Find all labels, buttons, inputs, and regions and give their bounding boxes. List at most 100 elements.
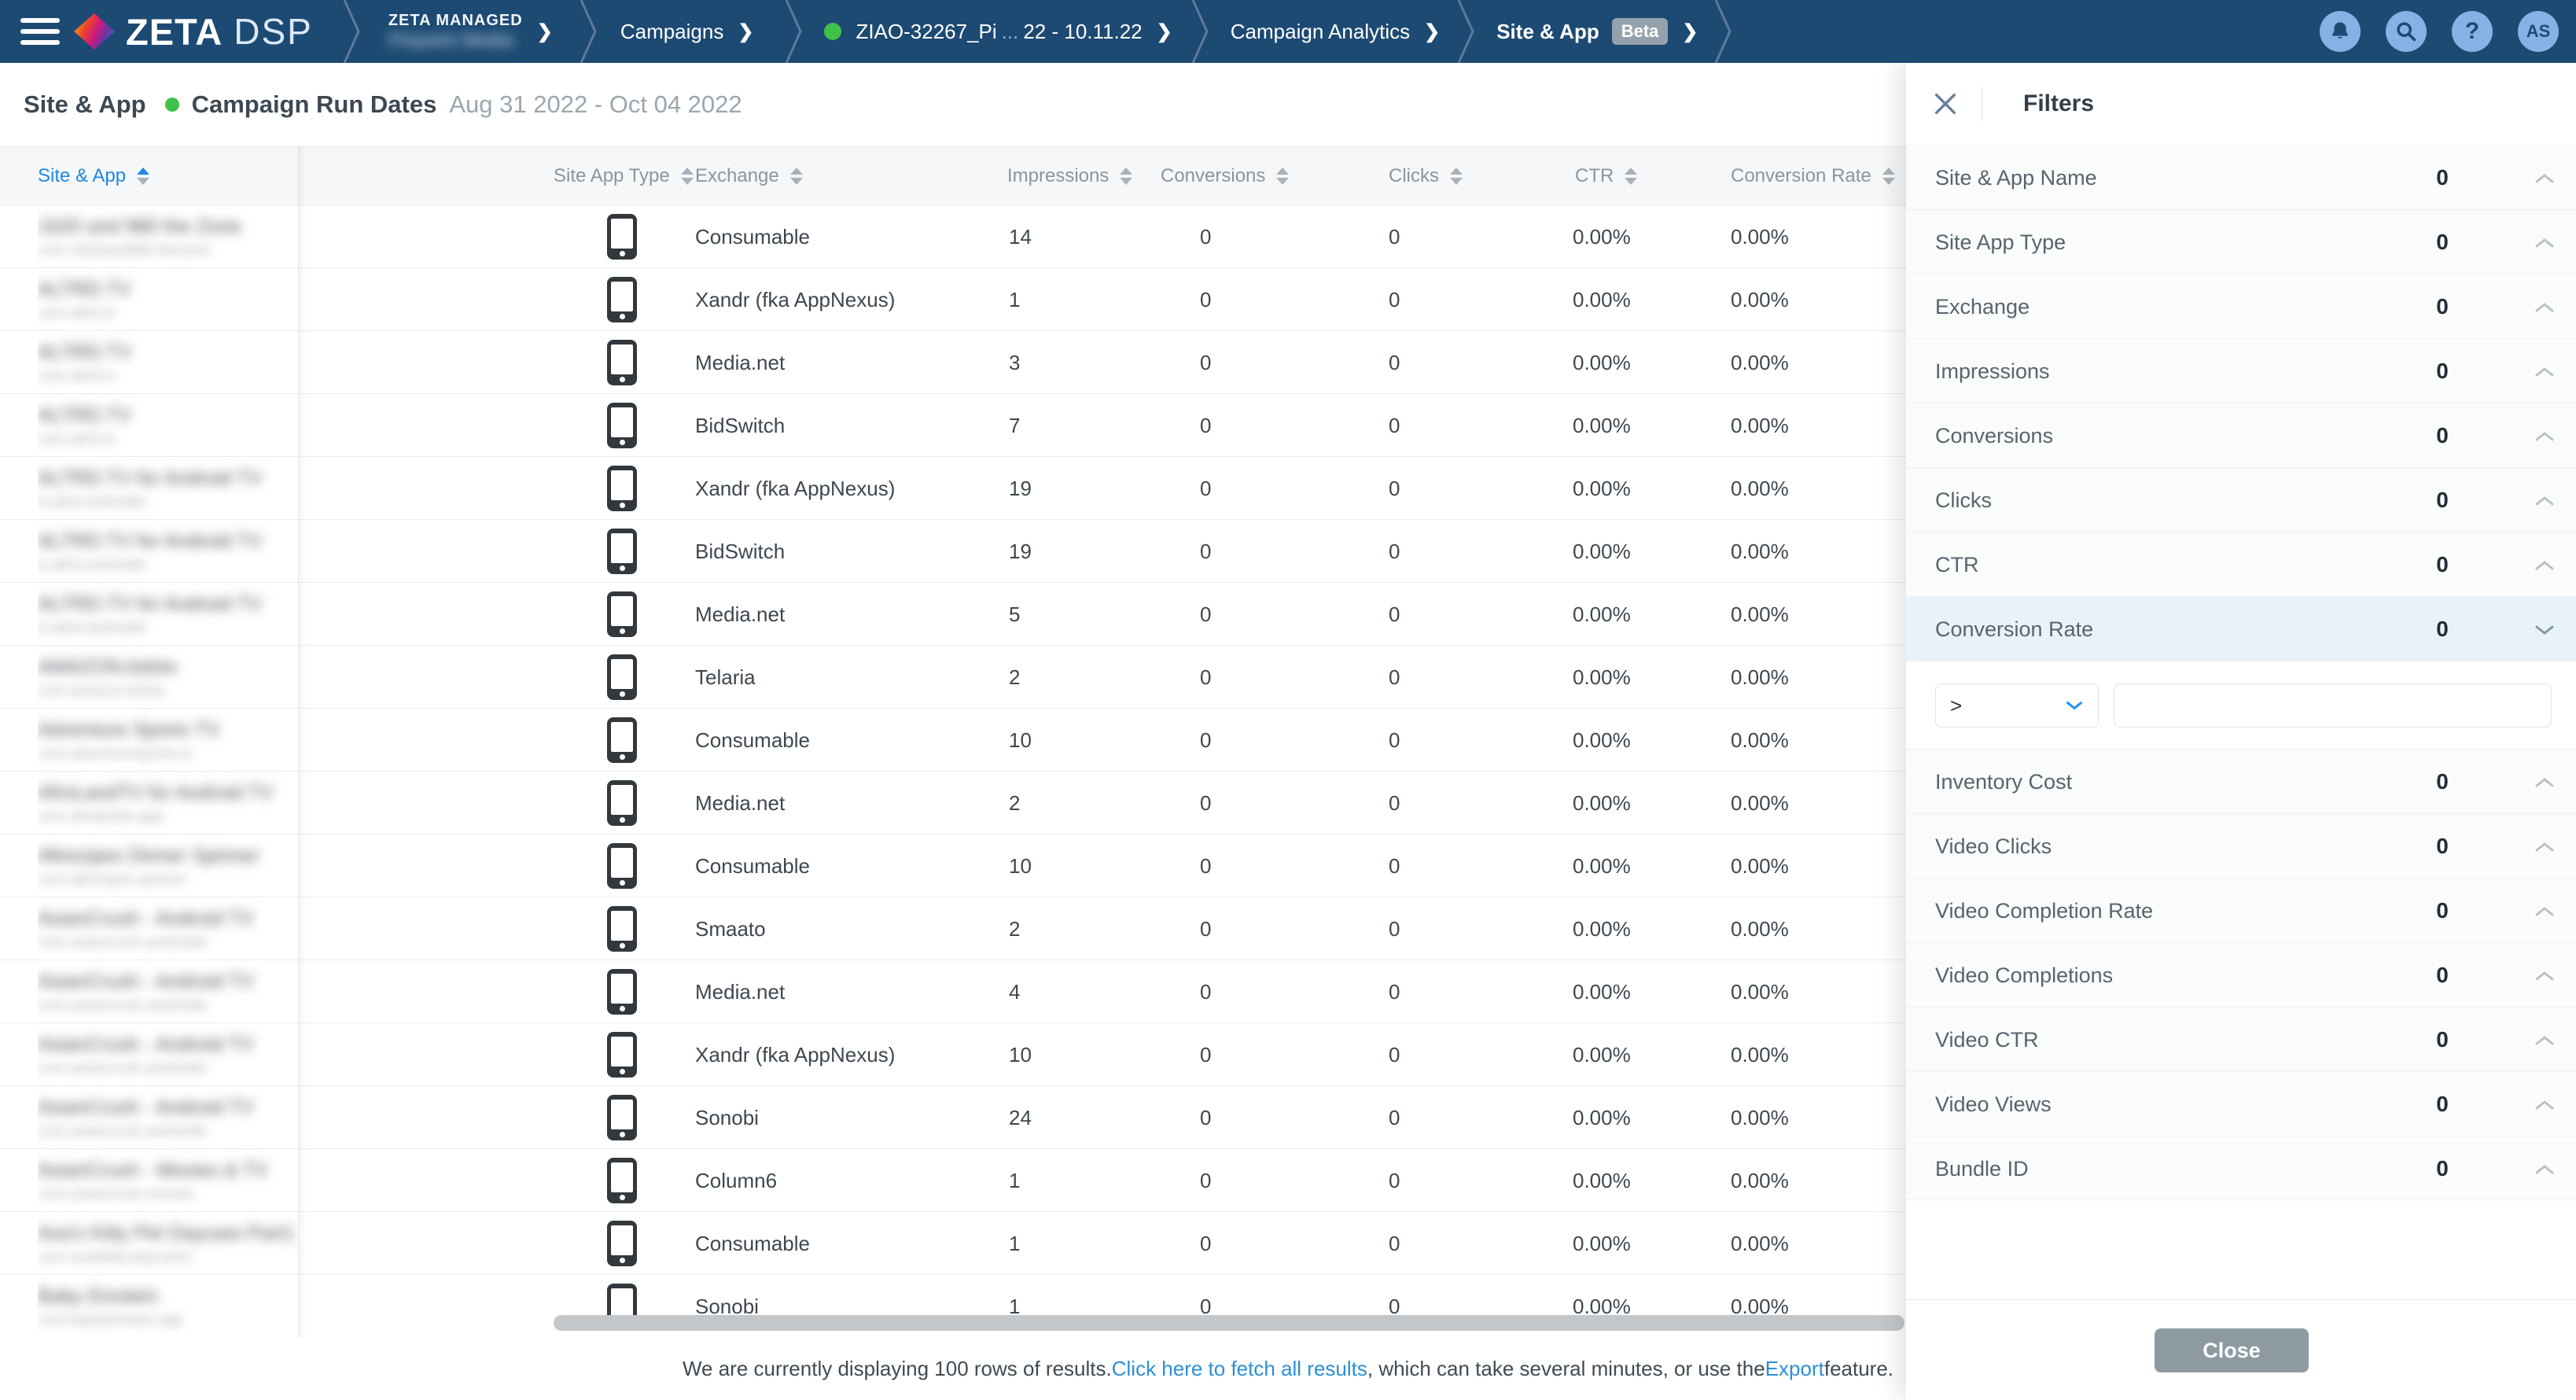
cell-impressions: 24 <box>1009 1086 1032 1149</box>
filter-item-bundle-id[interactable]: Bundle ID0 <box>1906 1136 2576 1200</box>
filter-item-inventory-cost[interactable]: Inventory Cost0 <box>1906 749 2576 813</box>
column-header-label: Exchange <box>695 165 779 187</box>
cell-conversions: 0 <box>1200 1149 1211 1212</box>
cell-conversions: 0 <box>1200 394 1211 457</box>
chevron-right-icon[interactable]: ❯ <box>1157 20 1172 43</box>
cell-conv-rate: 0.00% <box>1731 1023 1789 1086</box>
filter-count-badge: 0 <box>2417 274 2467 339</box>
filter-expand-toggle[interactable] <box>2534 237 2556 253</box>
cell-site-app-name: AsianCrush - Movies & TVcom.asiancrush.m… <box>38 1149 297 1212</box>
filter-item-video-clicks[interactable]: Video Clicks0 <box>1906 813 2576 878</box>
column-header-label: Site & App <box>38 165 126 187</box>
filter-expand-toggle[interactable] <box>2534 366 2556 382</box>
site-app-name-redacted: ALTRD.TV <box>38 278 297 301</box>
help-button[interactable]: ? <box>2452 11 2493 52</box>
user-avatar[interactable]: AS <box>2518 11 2559 52</box>
column-header-exchange[interactable]: Exchange <box>695 147 803 204</box>
chevron-right-icon[interactable]: ❯ <box>1682 20 1698 43</box>
mobile-app-icon <box>607 780 637 826</box>
column-header-site-app[interactable]: Site & App <box>38 147 149 204</box>
breadcrumb-campaigns[interactable]: Campaigns ❯ <box>620 20 754 44</box>
column-header-ctr[interactable]: CTR <box>1575 147 1637 204</box>
filter-item-exchange[interactable]: Exchange0 <box>1906 274 2576 338</box>
filter-expand-toggle[interactable] <box>2534 841 2556 857</box>
notifications-button[interactable] <box>2320 11 2361 52</box>
filter-item-clicks[interactable]: Clicks0 <box>1906 467 2576 532</box>
breadcrumb-campaign-analytics[interactable]: Campaign Analytics ❯ <box>1231 20 1440 44</box>
filter-expand-toggle[interactable] <box>2534 559 2556 576</box>
filter-item-video-ctr[interactable]: Video CTR0 <box>1906 1007 2576 1071</box>
filter-item-ctr[interactable]: CTR0 <box>1906 532 2576 596</box>
hamburger-menu-icon[interactable] <box>20 18 60 45</box>
filters-title: Filters <box>2023 90 2094 117</box>
cell-conv-rate: 0.00% <box>1731 772 1789 834</box>
fetch-all-results-link[interactable]: Click here to fetch all results <box>1112 1357 1367 1381</box>
filter-expand-toggle[interactable] <box>2534 172 2556 189</box>
filter-expand-toggle[interactable] <box>2534 624 2556 640</box>
sort-icon[interactable] <box>1625 168 1637 185</box>
search-button[interactable] <box>2386 11 2427 52</box>
filter-item-conversions[interactable]: Conversions0 <box>1906 403 2576 467</box>
column-header-impressions[interactable]: Impressions <box>1007 147 1132 204</box>
brand-logo[interactable]: ZETA DSP <box>74 10 313 53</box>
sort-icon[interactable] <box>1882 168 1895 185</box>
question-mark-icon: ? <box>2465 18 2479 45</box>
sort-icon[interactable] <box>1120 168 1132 185</box>
cell-conv-rate: 0.00% <box>1731 1212 1789 1275</box>
column-header-conversions[interactable]: Conversions <box>1161 147 1289 204</box>
filter-expand-toggle[interactable] <box>2534 776 2556 793</box>
site-app-name-redacted: AsianCrush - Android TV <box>38 970 297 993</box>
chevron-right-icon[interactable]: ❯ <box>1424 20 1440 43</box>
horizontal-scrollbar-thumb[interactable] <box>554 1315 1904 1331</box>
breadcrumb-account[interactable]: ZETA MANAGED Pinpoint Media ❯ <box>388 12 553 52</box>
filter-item-video-completion-rate[interactable]: Video Completion Rate0 <box>1906 878 2576 942</box>
close-button[interactable]: Close <box>2155 1328 2309 1372</box>
filter-expand-toggle[interactable] <box>2534 970 2556 986</box>
export-link[interactable]: Export <box>1765 1357 1824 1381</box>
filter-item-conversion-rate[interactable]: Conversion Rate0 <box>1906 596 2576 661</box>
filter-item-site-app-name[interactable]: Site & App Name0 <box>1906 145 2576 209</box>
chevron-right-icon[interactable]: ❯ <box>738 20 753 43</box>
sort-icon[interactable] <box>137 168 149 185</box>
filter-expand-toggle[interactable] <box>2534 1099 2556 1115</box>
filter-item-site-app-type[interactable]: Site App Type0 <box>1906 209 2576 274</box>
chevron-right-icon[interactable]: ❯ <box>537 20 553 43</box>
cell-conv-rate: 0.00% <box>1731 897 1789 960</box>
cell-ctr: 0.00% <box>1573 897 1631 960</box>
mobile-app-icon <box>607 403 637 448</box>
mobile-app-icon <box>607 1221 637 1266</box>
breadcrumb-siteapp-label: Site & App <box>1496 20 1599 44</box>
filter-item-impressions[interactable]: Impressions0 <box>1906 338 2576 403</box>
column-header-conversion-rate[interactable]: Conversion Rate <box>1731 147 1895 204</box>
filter-expand-toggle[interactable] <box>2534 430 2556 447</box>
filter-expand-toggle[interactable] <box>2534 905 2556 922</box>
column-header-site-app-type[interactable]: Site App Type <box>554 147 694 204</box>
breadcrumb-campaign[interactable]: ZIAO-32267_Pi ... 22 - 10.11.22 ❯ <box>824 20 1172 44</box>
filter-expand-toggle[interactable] <box>2534 495 2556 511</box>
sort-icon[interactable] <box>681 168 694 185</box>
filter-expand-toggle[interactable] <box>2534 1163 2556 1180</box>
chevron-up-icon <box>2534 1034 2556 1047</box>
filter-label: Site App Type <box>1935 210 2066 274</box>
sort-icon[interactable] <box>1450 168 1463 185</box>
cell-conv-rate: 0.00% <box>1731 1086 1789 1149</box>
footer-text-suffix: feature. <box>1824 1357 1893 1381</box>
cell-ctr: 0.00% <box>1573 772 1631 834</box>
mobile-app-icon <box>607 340 637 385</box>
breadcrumb-site-and-app[interactable]: Site & App Beta ❯ <box>1496 18 1698 45</box>
cell-exchange: Media.net <box>695 960 785 1023</box>
filter-expand-toggle[interactable] <box>2534 301 2556 318</box>
mobile-app-icon <box>607 529 637 574</box>
filter-value-input[interactable] <box>2114 683 2552 728</box>
footer-text-prefix: We are currently displaying 100 rows of … <box>683 1357 1112 1381</box>
sort-icon[interactable] <box>790 168 803 185</box>
filter-item-video-completions[interactable]: Video Completions0 <box>1906 942 2576 1007</box>
filter-expand-toggle[interactable] <box>2534 1034 2556 1051</box>
operator-select[interactable]: > <box>1935 683 2099 728</box>
filter-item-video-views[interactable]: Video Views0 <box>1906 1071 2576 1136</box>
column-header-clicks[interactable]: Clicks <box>1389 147 1463 204</box>
close-panel-button[interactable] <box>1928 87 1963 121</box>
sort-icon[interactable] <box>1276 168 1289 185</box>
column-header-label: Conversions <box>1161 165 1265 187</box>
filter-label: Conversions <box>1935 403 2053 468</box>
